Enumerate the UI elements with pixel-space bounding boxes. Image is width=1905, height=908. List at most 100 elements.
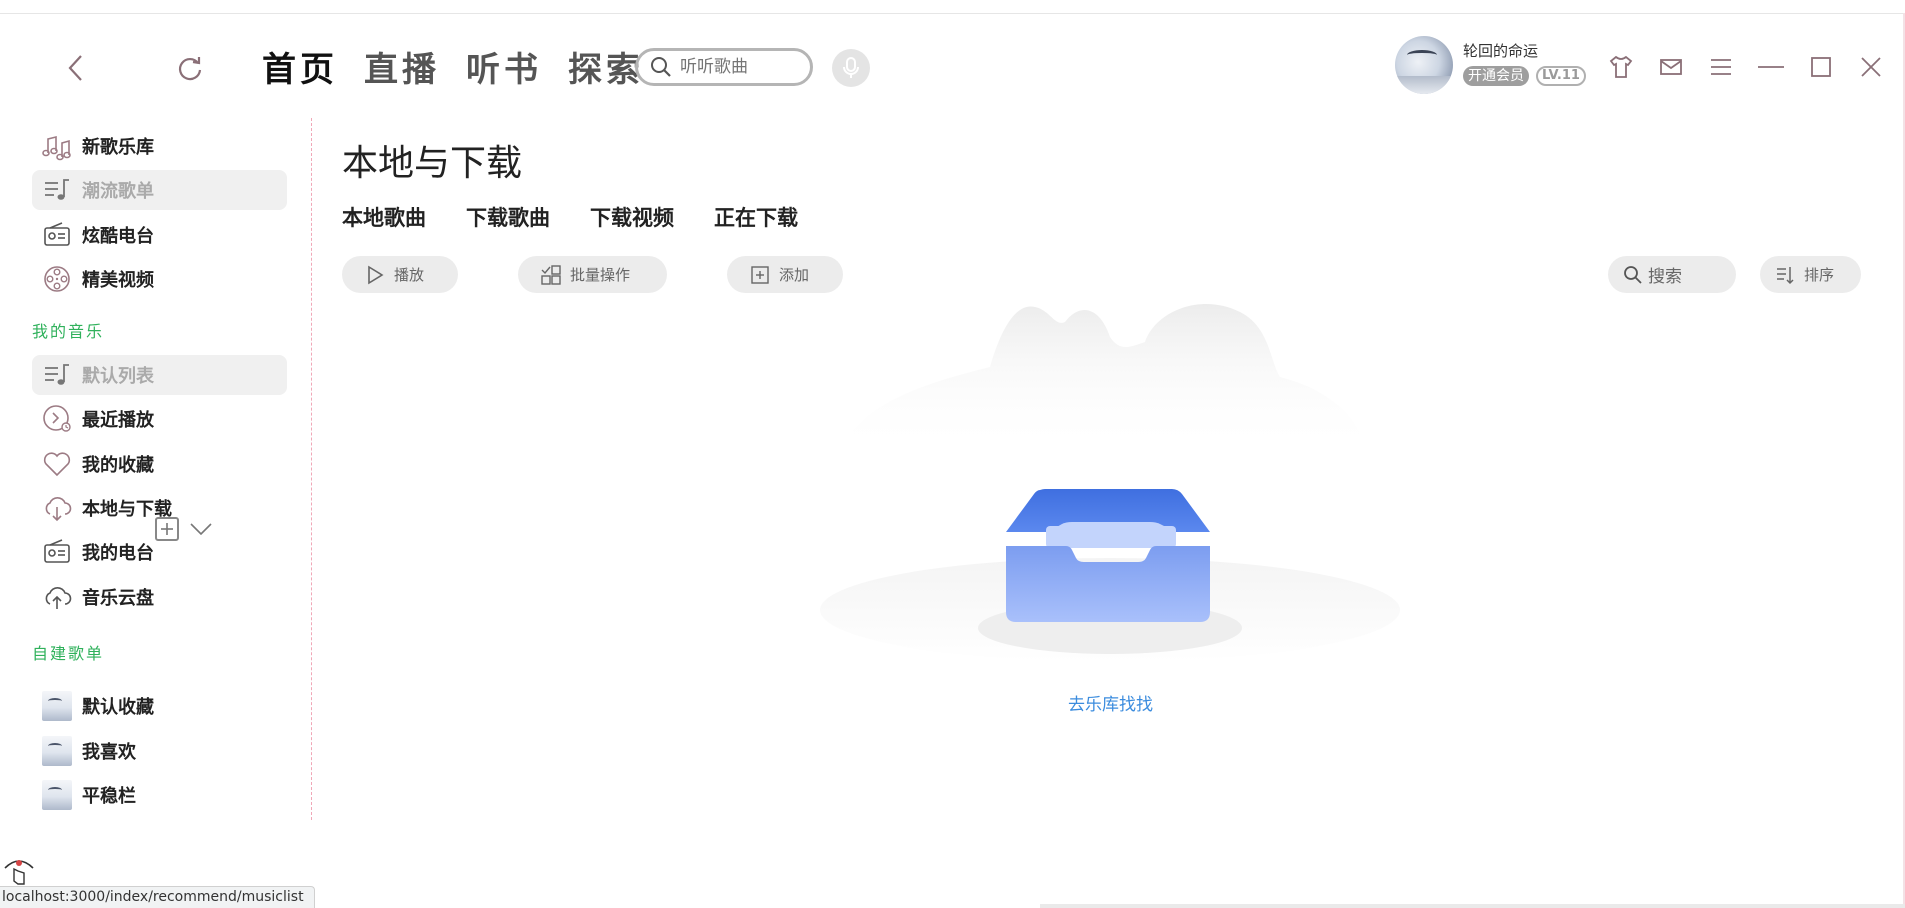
local-search-label: 搜索: [1648, 267, 1682, 287]
maximize-icon: [1811, 57, 1831, 77]
sidebar-item-default-list[interactable]: 默认列表: [32, 355, 287, 395]
mail-icon: [1660, 59, 1682, 75]
vip-badge[interactable]: 开通会员: [1463, 66, 1529, 86]
sort-icon: [1774, 264, 1796, 286]
sidebar-item-favorites[interactable]: 我的收藏: [32, 444, 287, 484]
sidebar-item-trending-playlists[interactable]: 潮流歌单: [32, 170, 287, 210]
tab-local-songs[interactable]: 本地歌曲: [342, 202, 426, 232]
tab-explore[interactable]: 探索: [568, 42, 644, 91]
collapse-playlists-button[interactable]: [188, 518, 214, 540]
sidebar-item-videos[interactable]: 精美视频: [32, 259, 287, 299]
playlist-cover: [42, 691, 72, 721]
playlist-item[interactable]: 我喜欢: [32, 731, 287, 771]
chevron-left-icon: [68, 55, 82, 81]
local-search-button[interactable]: 搜索: [1608, 256, 1736, 293]
playlist-label: 我喜欢: [82, 742, 136, 763]
playlist-icon: [42, 175, 72, 205]
add-button[interactable]: 添加: [727, 256, 843, 293]
microphone-icon: [843, 57, 859, 78]
voice-search-button[interactable]: [832, 49, 870, 87]
tab-downloading[interactable]: 正在下载: [714, 202, 798, 232]
tab-audiobook[interactable]: 听书: [466, 42, 542, 91]
back-button[interactable]: [56, 48, 96, 88]
header: 首页 直播 听书 探索 轮回的命运 开通会员: [0, 30, 1905, 102]
heart-icon: [42, 449, 72, 479]
batch-operation-label: 批量操作: [570, 266, 631, 284]
tab-downloaded-songs[interactable]: 下载歌曲: [466, 202, 550, 232]
main-nav-tabs: 首页 直播 听书 探索: [262, 42, 644, 91]
empty-state-illustration: [800, 292, 1420, 672]
refresh-icon: [178, 57, 202, 81]
playlist-item[interactable]: 平稳栏: [32, 775, 287, 815]
music-notes-icon: [42, 131, 72, 161]
batch-operation-button[interactable]: 批量操作: [518, 256, 667, 293]
sidebar-item-label: 最近播放: [82, 410, 154, 431]
cloud-download-icon: [42, 493, 72, 523]
minimize-icon: [1758, 66, 1784, 68]
bottom-border: [1040, 904, 1905, 908]
hamburger-menu-icon: [1711, 59, 1731, 75]
refresh-button[interactable]: [170, 48, 210, 88]
sidebar-item-label: 新歌乐库: [82, 137, 154, 158]
close-button[interactable]: [1846, 50, 1896, 84]
play-all-button[interactable]: 播放: [342, 256, 458, 293]
playlist-cover: [42, 780, 72, 810]
playlist-cover: [42, 736, 72, 766]
playlist-label: 平稳栏: [82, 786, 136, 807]
tab-home[interactable]: 首页: [262, 42, 338, 91]
skin-button[interactable]: [1596, 50, 1646, 84]
sidebar-item-cloud-disk[interactable]: 音乐云盘: [32, 577, 287, 617]
playlist-item[interactable]: 默认收藏: [32, 686, 287, 726]
sidebar-item-new-songs[interactable]: 新歌乐库: [32, 126, 287, 166]
sort-button[interactable]: 排序: [1760, 256, 1861, 293]
sidebar-item-recent-play[interactable]: 最近播放: [32, 399, 287, 439]
cloud-upload-icon: [42, 582, 72, 612]
radio-icon: [42, 220, 72, 250]
minimize-button[interactable]: [1746, 50, 1796, 84]
messages-button[interactable]: [1646, 50, 1696, 84]
app-window: 首页 直播 听书 探索 轮回的命运 开通会员: [0, 0, 1905, 908]
search-box[interactable]: [635, 48, 813, 86]
film-reel-icon: [42, 264, 72, 294]
search-icon: [1622, 264, 1644, 286]
sidebar-item-label: 音乐云盘: [82, 588, 154, 609]
plus-square-icon: [749, 264, 771, 286]
recent-play-icon: [42, 404, 72, 434]
close-icon: [1861, 57, 1881, 77]
playlist-label: 默认收藏: [82, 697, 154, 718]
top-border: [0, 13, 1905, 14]
sidebar-divider: [311, 118, 312, 820]
window-controls: [1596, 50, 1896, 84]
add-label: 添加: [779, 266, 810, 284]
sidebar-item-radio[interactable]: 炫酷电台: [32, 215, 287, 255]
search-input[interactable]: [678, 56, 798, 78]
section-title-custom-playlists: 自建歌单: [32, 644, 105, 663]
avatar[interactable]: [1395, 36, 1453, 94]
browse-library-link[interactable]: 去乐库找找: [1068, 690, 1153, 715]
sidebar-item-label: 潮流歌单: [82, 181, 154, 202]
sub-tabs: 本地歌曲 下载歌曲 下载视频 正在下载: [342, 202, 798, 232]
username[interactable]: 轮回的命运: [1463, 40, 1538, 61]
batch-icon: [540, 264, 562, 286]
menu-button[interactable]: [1696, 50, 1746, 84]
sort-label: 排序: [1804, 266, 1835, 284]
playlist-icon: [42, 360, 72, 390]
play-icon: [364, 264, 386, 286]
page-title: 本地与下载: [342, 143, 523, 184]
tab-downloaded-videos[interactable]: 下载视频: [590, 202, 674, 232]
chevron-down-icon: [190, 523, 212, 536]
avatar-art: [1407, 50, 1437, 60]
sidebar-item-label: 我的收藏: [82, 455, 154, 476]
tshirt-icon: [1609, 55, 1633, 78]
search-icon: [651, 57, 671, 77]
sidebar-item-label: 炫酷电台: [82, 226, 154, 247]
add-playlist-button[interactable]: [155, 517, 179, 541]
radio-icon: [42, 537, 72, 567]
play-all-label: 播放: [394, 266, 425, 284]
maximize-button[interactable]: [1796, 50, 1846, 84]
tab-live[interactable]: 直播: [364, 42, 440, 91]
plus-icon: [161, 523, 173, 535]
sidebar-item-label: 我的电台: [82, 543, 154, 564]
hand-cursor-icon: [2, 851, 36, 885]
sidebar-item-label: 精美视频: [82, 270, 154, 291]
